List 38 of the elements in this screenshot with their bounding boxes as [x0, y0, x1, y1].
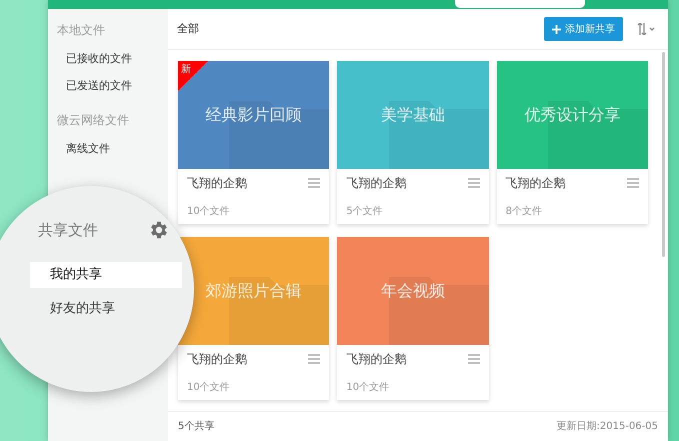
share-card[interactable]: 新 经典影片回顾 飞翔的企鹅 10个文件 — [178, 61, 330, 224]
file-count: 8个文件 — [504, 204, 544, 219]
scrollbar[interactable] — [662, 52, 664, 257]
sidebar-item[interactable]: 已发送的文件 — [48, 78, 168, 105]
section-heading: 共享文件 — [38, 220, 98, 241]
share-card[interactable]: 优秀设计分享 飞翔的企鹅 8个文件 — [496, 61, 648, 224]
share-card[interactable]: 美学基础 飞翔的企鹅 5个文件 — [337, 61, 489, 224]
card-title: 年会视频 — [380, 280, 445, 302]
share-card[interactable]: 年会视频 飞翔的企鹅 10个文件 — [337, 237, 489, 400]
plus-icon — [552, 24, 561, 34]
card-title: 郊游照片合辑 — [206, 280, 302, 302]
menu-icon[interactable] — [308, 178, 320, 188]
menu-icon[interactable] — [468, 178, 480, 188]
filter-label[interactable]: 全部 — [177, 20, 199, 38]
owner-name: 飞翔的企鹅 — [187, 351, 247, 368]
owner-name: 飞翔的企鹅 — [346, 351, 406, 368]
section-heading: 本地文件 — [56, 22, 106, 39]
file-count: 5个文件 — [345, 204, 384, 219]
menu-icon[interactable] — [308, 354, 320, 364]
menu-icon[interactable] — [468, 354, 480, 364]
owner-name: 飞翔的企鹅 — [187, 175, 247, 192]
file-count: 10个文件 — [345, 380, 390, 395]
file-count: 10个文件 — [186, 380, 231, 395]
card-title: 优秀设计分享 — [524, 104, 620, 126]
card-title: 美学基础 — [380, 104, 445, 126]
file-count: 10个文件 — [186, 204, 231, 219]
section-heading: 微云网络文件 — [56, 112, 130, 129]
share-card[interactable]: 郊游照片合辑 飞翔的企鹅 10个文件 — [178, 237, 330, 400]
owner-name: 飞翔的企鹅 — [506, 175, 566, 192]
card-title: 经典影片回顾 — [206, 104, 302, 126]
new-badge: 新 — [178, 61, 208, 91]
update-date: 更新日期:2015-06-05 — [556, 420, 658, 434]
share-count: 5个共享 — [178, 420, 214, 434]
owner-name: 飞翔的企鹅 — [346, 175, 406, 192]
menu-icon[interactable] — [626, 178, 639, 188]
sidebar-item[interactable]: 已接收的文件 — [48, 51, 168, 78]
sidebar-item[interactable]: 离线文件 — [48, 141, 168, 168]
share-nav-item[interactable]: 我的共享 — [30, 262, 182, 288]
